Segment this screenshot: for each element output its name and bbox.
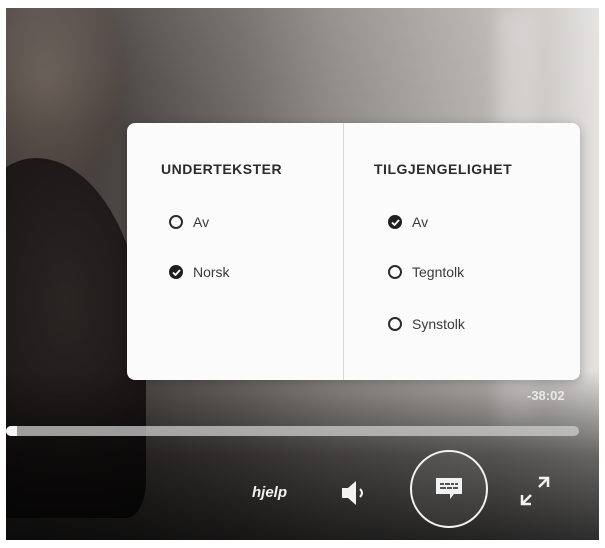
speaker-icon	[342, 481, 363, 505]
expand-icon	[520, 476, 550, 506]
accessibility-option-synstolk[interactable]: Synstolk	[388, 313, 465, 335]
volume-button[interactable]	[340, 478, 370, 508]
radio-button[interactable]	[388, 265, 402, 279]
subtitles-button[interactable]	[410, 450, 488, 528]
radio-button[interactable]	[388, 215, 402, 229]
accessibility-option-tegntolk[interactable]: Tegntolk	[388, 261, 464, 283]
subtitles-column: UNDERTEKSTER Av Norsk	[127, 123, 343, 380]
radio-button[interactable]	[169, 265, 183, 279]
subtitles-heading: UNDERTEKSTER	[161, 161, 283, 177]
subtitles-option-label: Av	[193, 214, 210, 230]
subtitles-icon	[436, 478, 462, 499]
progress-fill	[6, 426, 18, 436]
help-link[interactable]: hjelp	[252, 484, 287, 501]
accessibility-option-off[interactable]: Av	[388, 211, 428, 233]
accessibility-column: TILGJENGELIGHET Av Tegntolk Synstolk	[344, 123, 580, 380]
radio-button[interactable]	[169, 215, 183, 229]
remaining-time: -38:02	[527, 388, 565, 403]
accessibility-heading: TILGJENGELIGHET	[374, 161, 513, 177]
radio-button[interactable]	[388, 317, 402, 331]
player-controls: hjelp	[0, 440, 605, 540]
player-frame: UNDERTEKSTER Av Norsk TILGJENGELIGHET Av…	[0, 0, 605, 548]
progress-bar[interactable]	[6, 426, 579, 436]
accessibility-option-label: Av	[412, 214, 429, 230]
subtitles-option-off[interactable]: Av	[169, 211, 209, 233]
fullscreen-button[interactable]	[518, 474, 552, 508]
accessibility-option-label: Synstolk	[412, 316, 465, 332]
subtitles-option-label: Norsk	[193, 264, 230, 280]
accessibility-option-label: Tegntolk	[412, 264, 465, 280]
subtitles-option-norsk[interactable]: Norsk	[169, 261, 230, 283]
subtitles-accessibility-menu: UNDERTEKSTER Av Norsk TILGJENGELIGHET Av…	[127, 123, 580, 380]
